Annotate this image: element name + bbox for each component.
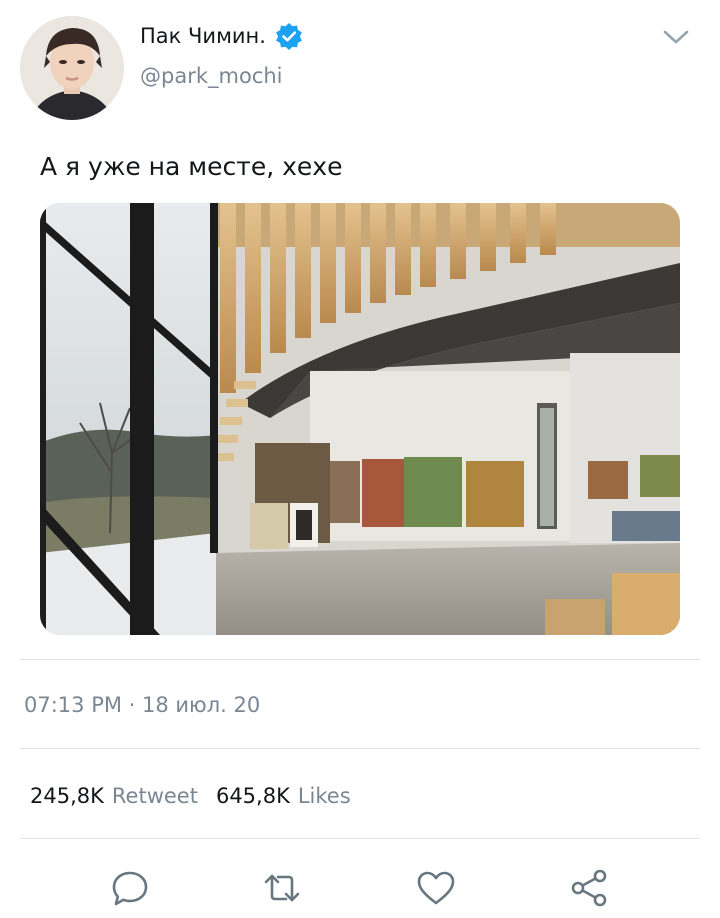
tweet-stats: 245,8K Retweet 645,8K Likes (30, 784, 351, 808)
divider (20, 748, 700, 749)
like-icon[interactable] (414, 866, 458, 910)
tweet-text: А я уже на месте, хехе (40, 152, 343, 181)
likes-link[interactable]: Likes (298, 784, 351, 808)
verified-badge-icon (275, 22, 303, 50)
divider (20, 838, 700, 839)
like-count: 645,8K (215, 784, 290, 808)
avatar[interactable] (20, 16, 124, 120)
retweet-count: 245,8K (30, 784, 104, 808)
name-row: Пак Чимин. (140, 22, 303, 50)
display-name[interactable]: Пак Чимин. (140, 24, 266, 48)
chevron-down-icon[interactable] (662, 26, 690, 48)
divider (20, 659, 700, 660)
reply-icon[interactable] (108, 866, 152, 910)
share-icon[interactable] (567, 866, 611, 910)
tweet-timestamp[interactable]: 07:13 PM · 18 июл. 20 (24, 693, 260, 717)
retweet-icon[interactable] (260, 866, 304, 910)
user-handle[interactable]: @park_mochi (140, 64, 283, 88)
retweets-link[interactable]: Retweet (112, 784, 198, 808)
tweet-media-image[interactable] (40, 203, 680, 635)
